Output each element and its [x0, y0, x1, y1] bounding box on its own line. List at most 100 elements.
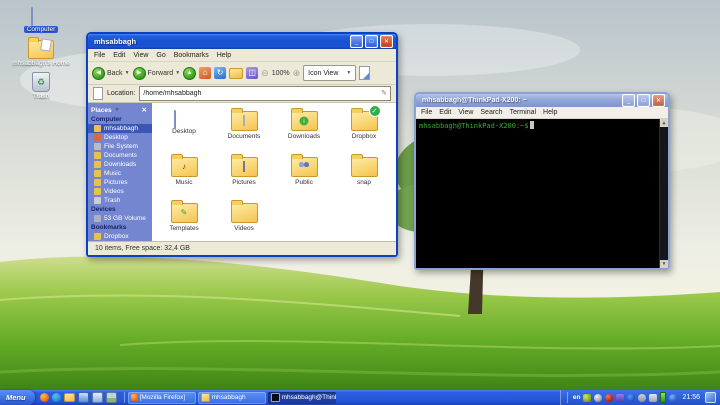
downloads-folder-icon: ↓: [291, 111, 318, 131]
file-item-desktop[interactable]: Desktop: [154, 111, 214, 149]
menu-view[interactable]: View: [458, 109, 473, 116]
bluetooth-icon[interactable]: [627, 394, 635, 402]
close-button[interactable]: ✕: [380, 35, 393, 48]
file-manager-titlebar[interactable]: mhsabbagh _ □ ✕: [88, 34, 396, 49]
terminal-output[interactable]: mhsabbagh@ThinkPad-X200:~$ ▲ ▼: [416, 119, 668, 268]
status-text: 10 items, Free space: 32,4 GB: [95, 245, 190, 252]
edit-path-icon[interactable]: ✎: [381, 90, 387, 97]
menu-view[interactable]: View: [133, 52, 148, 59]
file-item-videos[interactable]: Videos: [214, 203, 274, 241]
text-editor-icon[interactable]: [78, 392, 89, 403]
taskbar-button-firefox[interactable]: [Mozilla Firefox]: [128, 392, 196, 404]
menu-search[interactable]: Search: [480, 109, 502, 116]
videos-folder-icon: [231, 203, 258, 223]
close-sidepane-icon[interactable]: ✕: [142, 106, 150, 114]
sync-check-icon: ✓: [369, 105, 381, 117]
sidebar-item-desktop[interactable]: Desktop: [88, 133, 152, 142]
menu-file[interactable]: File: [94, 52, 105, 59]
document-icon[interactable]: [92, 392, 103, 403]
tray-purple-icon[interactable]: [616, 394, 624, 402]
back-button[interactable]: ◀ Back▼: [92, 67, 130, 80]
keyboard-layout-indicator[interactable]: en: [573, 394, 581, 401]
up-button[interactable]: ▲: [183, 67, 196, 80]
battery-icon[interactable]: [660, 392, 666, 403]
firefox-icon[interactable]: [40, 393, 49, 402]
file-list-area: Desktop Documents ↓ Downloads ✓ Dropbox: [152, 103, 396, 241]
menu-help[interactable]: Help: [543, 109, 557, 116]
sidebar-item-volume[interactable]: 53 GB Volume: [88, 214, 152, 223]
file-manager-icon[interactable]: [64, 393, 75, 402]
forward-dropdown-icon[interactable]: ▼: [175, 70, 180, 76]
menu-bookmarks[interactable]: Bookmarks: [174, 52, 209, 59]
scroll-up-icon[interactable]: ▲: [660, 119, 668, 127]
minimize-button[interactable]: _: [350, 35, 363, 48]
tray-red-status-icon[interactable]: [605, 394, 613, 402]
desktop-icon-label: mhsabbagh's Home: [12, 60, 70, 67]
terminal-titlebar[interactable]: mhsabbagh@ThinkPad-X200: ~ _ □ ✕: [416, 94, 668, 107]
sidebar-item-file-system[interactable]: File System: [88, 142, 152, 151]
plain-folder-icon: [351, 157, 378, 177]
tray-green-icon[interactable]: [583, 394, 591, 402]
menu-go[interactable]: Go: [156, 52, 165, 59]
firefox-icon: [131, 394, 138, 401]
scroll-down-icon[interactable]: ▼: [660, 260, 668, 268]
desktop-icon-trash[interactable]: ♻ Trash: [13, 72, 69, 100]
back-dropdown-icon[interactable]: ▼: [125, 70, 130, 76]
sidebar-item-music[interactable]: Music: [88, 169, 152, 178]
location-input[interactable]: [143, 88, 381, 99]
sidebar-item-documents[interactable]: Documents: [88, 151, 152, 160]
menu-file[interactable]: File: [421, 109, 432, 116]
file-item-documents[interactable]: Documents: [214, 111, 274, 149]
file-item-templates[interactable]: ✎ Templates: [154, 203, 214, 241]
file-item-music[interactable]: ♪ Music: [154, 157, 214, 195]
view-mode-select[interactable]: Icon View▼: [303, 65, 356, 81]
new-window-button[interactable]: ◫: [246, 67, 258, 79]
sidebar-item-videos[interactable]: Videos: [88, 187, 152, 196]
file-item-public[interactable]: Public: [274, 157, 334, 195]
sidebar-item-trash[interactable]: Trash: [88, 196, 152, 205]
terminal-scrollbar[interactable]: ▲ ▼: [659, 119, 668, 268]
start-menu-button[interactable]: Menu: [0, 390, 35, 405]
file-item-downloads[interactable]: ↓ Downloads: [274, 111, 334, 149]
show-desktop-icon[interactable]: [705, 392, 716, 403]
window-title: mhsabbagh@ThinkPad-X200: ~: [422, 97, 622, 104]
home-button[interactable]: ⌂: [199, 67, 211, 79]
zoom-out-button[interactable]: ⊖: [261, 69, 269, 78]
menu-edit[interactable]: Edit: [439, 109, 451, 116]
maximize-button[interactable]: □: [637, 94, 650, 107]
minimize-button[interactable]: _: [622, 94, 635, 107]
sidebar-item-downloads[interactable]: Downloads: [88, 160, 152, 169]
refresh-button[interactable]: ↻: [214, 67, 226, 79]
taskbar-button-terminal[interactable]: mhsabbagh@ThinkPad...: [268, 392, 336, 404]
taskbar-clock[interactable]: 21:56: [682, 394, 700, 401]
sidebar-item-mhsabbagh[interactable]: mhsabbagh: [88, 124, 152, 133]
updater-icon[interactable]: [594, 394, 602, 402]
network-icon[interactable]: [669, 394, 677, 402]
taskbar-button-file-manager[interactable]: mhsabbagh: [198, 392, 266, 404]
menu-terminal[interactable]: Terminal: [510, 109, 536, 116]
tab-page-icon: [93, 87, 103, 100]
new-tab-button[interactable]: [359, 66, 370, 80]
file-item-dropbox[interactable]: ✓ Dropbox: [334, 111, 394, 149]
menu-edit[interactable]: Edit: [113, 52, 125, 59]
file-item-pictures[interactable]: Pictures: [214, 157, 274, 195]
image-viewer-icon[interactable]: [106, 392, 117, 403]
desktop-screen: Computer mhsabbagh's Home ♻ Trash mhsabb…: [0, 0, 720, 405]
sidebar-item-dropbox[interactable]: Dropbox: [88, 232, 152, 241]
volume-icon[interactable]: [649, 394, 657, 402]
maximize-button[interactable]: □: [365, 35, 378, 48]
desktop-icon-computer[interactable]: Computer: [13, 8, 69, 33]
sidebar-item-pictures[interactable]: Pictures: [88, 178, 152, 187]
zoom-in-button[interactable]: ⊕: [293, 69, 301, 78]
forward-button[interactable]: ▶ Forward▼: [133, 67, 181, 80]
telegram-icon[interactable]: [52, 393, 61, 402]
open-folder-button[interactable]: [229, 68, 243, 79]
tray-gray-icon[interactable]: [638, 394, 646, 402]
file-item-snap[interactable]: snap: [334, 157, 394, 195]
menu-help[interactable]: Help: [217, 52, 231, 59]
chevron-down-icon: ▼: [346, 70, 351, 76]
close-button[interactable]: ✕: [652, 94, 665, 107]
places-selector[interactable]: Places ▼ ✕: [88, 105, 152, 115]
desktop-icon-home[interactable]: mhsabbagh's Home: [13, 40, 69, 67]
chevron-down-icon: ▼: [115, 107, 120, 113]
